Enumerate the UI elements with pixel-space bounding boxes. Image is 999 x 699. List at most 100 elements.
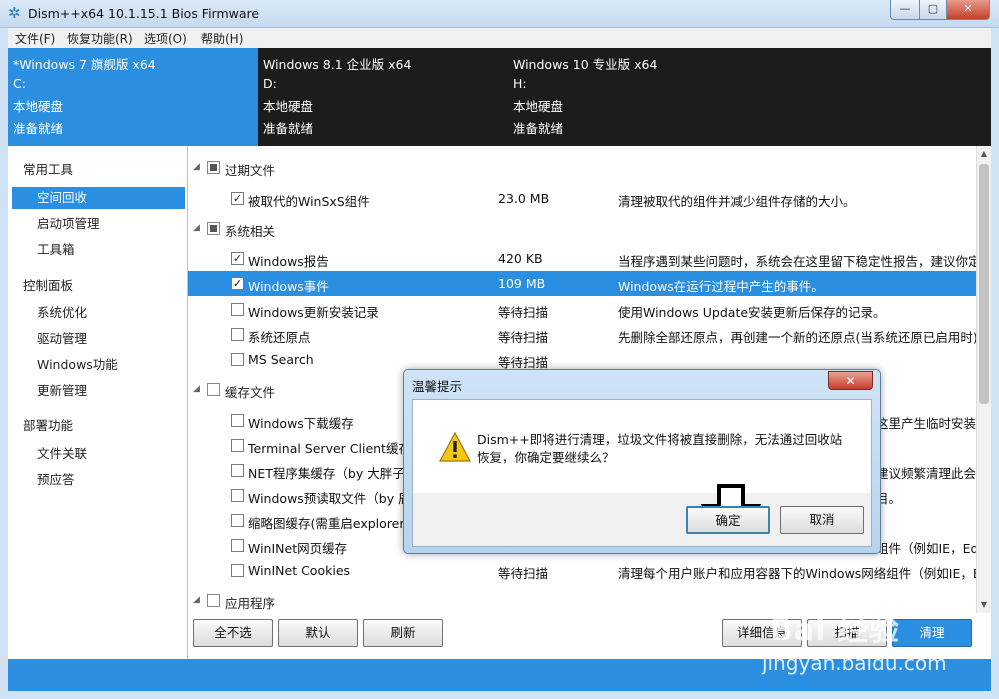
image-drive: D:	[263, 76, 277, 91]
item-checkbox[interactable]	[231, 539, 244, 552]
dialog-cancel-button[interactable]: 取消	[780, 506, 864, 534]
item-name: Windows预读取文件（by 辰	[248, 491, 411, 506]
clean-button[interactable]: 清理	[892, 619, 972, 647]
scroll-down-icon[interactable]: ▼	[977, 597, 991, 613]
item-name: NET程序集缓存（by 大胖子扫	[248, 466, 418, 481]
refresh-button[interactable]: 刷新	[363, 619, 443, 647]
item-checkbox[interactable]	[231, 353, 244, 366]
item-checkbox[interactable]: ✓	[231, 252, 244, 265]
list-item[interactable]: Windows更新安装记录 等待扫描 使用Windows Update安装更新后…	[188, 297, 976, 322]
menu-options[interactable]: 选项(O)	[144, 30, 187, 47]
menu-file[interactable]: 文件(F)	[15, 30, 55, 47]
group-label: 应用程序	[225, 596, 276, 611]
item-checkbox[interactable]	[231, 328, 244, 341]
sidebar-item-answer-file[interactable]: 预应答	[12, 469, 185, 491]
item-name: Windows下载缓存	[248, 416, 354, 431]
sidebar-item-optimize[interactable]: 系统优化	[12, 302, 185, 324]
sidebar-item-drivers[interactable]: 驱动管理	[12, 328, 185, 350]
image-name: Windows 10 专业版 x64	[513, 57, 658, 72]
image-drive: H:	[513, 76, 527, 91]
item-checkbox[interactable]: ✓	[231, 192, 244, 205]
sidebar-group-deploy: 部署功能	[23, 418, 74, 433]
image-card-win10[interactable]: Windows 10 专业版 x64 H: 本地硬盘 准备就绪	[508, 48, 991, 146]
image-disk: 本地硬盘	[263, 99, 314, 114]
warning-icon	[439, 432, 471, 462]
minimize-button[interactable]: —	[890, 0, 920, 20]
dialog-title: 温馨提示	[412, 379, 463, 394]
image-disk: 本地硬盘	[513, 99, 564, 114]
default-button[interactable]: 默认	[278, 619, 358, 647]
image-status: 准备就绪	[263, 121, 314, 136]
vertical-scrollbar[interactable]: ▲ ▼	[976, 146, 991, 613]
item-name: WinINet网页缓存	[248, 541, 348, 556]
group-label: 过期文件	[225, 163, 276, 178]
group-expired-files[interactable]: ◢ 过期文件	[188, 156, 976, 180]
menu-help[interactable]: 帮助(H)	[201, 30, 243, 47]
sidebar-item-toolbox[interactable]: 工具箱	[12, 239, 185, 261]
list-item[interactable]: WinINet Cookies 等待扫描 清理每个用户账户和应用容器下的Wind…	[188, 558, 976, 583]
sidebar-item-updates[interactable]: 更新管理	[12, 380, 185, 402]
image-status: 准备就绪	[13, 121, 64, 136]
item-checkbox[interactable]: ✓	[231, 277, 244, 290]
group-system[interactable]: ◢ 系统相关	[188, 217, 976, 241]
item-description: 组件（例如IE，Ed	[876, 541, 976, 556]
item-description: 清理每个用户账户和应用容器下的Windows网络组件（例如IE，Ed	[618, 566, 976, 581]
item-description: 使用Windows Update安装更新后保存的记录。	[618, 305, 886, 320]
list-item-selected[interactable]: ✓ Windows事件 109 MB Windows在运行过程中产生的事件。	[188, 271, 976, 296]
item-checkbox[interactable]	[231, 464, 244, 477]
item-checkbox[interactable]	[231, 489, 244, 502]
menu-restore[interactable]: 恢复功能(R)	[67, 30, 133, 47]
image-status: 准备就绪	[513, 121, 564, 136]
expand-arrow-icon[interactable]: ◢	[193, 384, 200, 394]
scroll-up-icon[interactable]: ▲	[977, 146, 991, 162]
item-size: 等待扫描	[498, 566, 549, 581]
sidebar-item-startup[interactable]: 启动项管理	[12, 213, 185, 235]
item-size: 420 KB	[498, 251, 543, 266]
group-checkbox[interactable]	[207, 161, 220, 174]
item-name: Windows更新安装记录	[248, 305, 379, 320]
dialog-ok-button[interactable]: 确定	[686, 506, 770, 534]
group-checkbox[interactable]	[207, 222, 220, 235]
group-label: 系统相关	[225, 224, 276, 239]
expand-arrow-icon[interactable]: ◢	[193, 595, 200, 605]
sidebar-item-space-cleanup[interactable]: 空间回收	[12, 187, 185, 209]
item-checkbox[interactable]	[231, 514, 244, 527]
dialog-close-button[interactable]: ✕	[828, 371, 873, 390]
list-item[interactable]: ✓ 被取代的WinSxS组件 23.0 MB 清理被取代的组件并减少组件存储的大…	[188, 186, 976, 211]
image-card-win81[interactable]: Windows 8.1 企业版 x64 D: 本地硬盘 准备就绪	[258, 48, 508, 146]
item-size: 等待扫描	[498, 330, 549, 345]
list-item[interactable]: ✓ Windows报告 420 KB 当程序遇到某些问题时，系统会在这里留下稳定…	[188, 246, 976, 271]
group-label: 缓存文件	[225, 385, 276, 400]
dialog-message: Dism++即将进行清理，垃圾文件将被直接删除，无法通过回收站恢复，你确定要继续…	[477, 432, 843, 465]
item-name: MS Search	[248, 352, 314, 367]
list-item[interactable]: 系统还原点 等待扫描 先删除全部还原点，再创建一个新的还原点(当系统还原已启用时…	[188, 322, 976, 347]
image-card-win7[interactable]: *Windows 7 旗舰版 x64 C: 本地硬盘 准备就绪	[8, 48, 258, 146]
item-checkbox[interactable]	[231, 414, 244, 427]
item-description: 清理被取代的组件并减少组件存储的大小。	[618, 194, 856, 209]
close-button[interactable]: ✕	[946, 0, 990, 20]
image-list: *Windows 7 旗舰版 x64 C: 本地硬盘 准备就绪 Windows …	[8, 48, 991, 146]
item-description: 建议频繁清理此会	[876, 466, 976, 481]
expand-arrow-icon[interactable]: ◢	[193, 223, 200, 233]
image-name: *Windows 7 旗舰版 x64	[13, 57, 156, 72]
menu-bar: 文件(F) 恢复功能(R) 选项(O) 帮助(H)	[8, 28, 991, 48]
item-checkbox[interactable]	[231, 439, 244, 452]
item-name: 系统还原点	[248, 330, 311, 345]
item-checkbox[interactable]	[231, 564, 244, 577]
item-checkbox[interactable]	[231, 303, 244, 316]
expand-arrow-icon[interactable]: ◢	[193, 162, 200, 172]
scroll-thumb[interactable]	[979, 164, 989, 404]
app-gear-icon: ✲	[8, 4, 21, 22]
item-description: Windows在运行过程中产生的事件。	[618, 279, 824, 294]
item-name: Windows事件	[248, 279, 329, 294]
confirm-dialog: 温馨提示 ✕ Dism++即将进行清理，垃圾文件将被直接删除，无法通过回收站恢复…	[403, 369, 881, 554]
item-size: 等待扫描	[498, 305, 549, 320]
item-name: Terminal Server Client缓存	[248, 441, 411, 456]
item-size: 23.0 MB	[498, 191, 550, 206]
select-none-button[interactable]: 全不选	[193, 619, 273, 647]
group-checkbox[interactable]	[207, 594, 220, 607]
maximize-button[interactable]: ▢	[919, 0, 947, 20]
sidebar-item-windows-features[interactable]: Windows功能	[12, 354, 185, 376]
sidebar-item-file-assoc[interactable]: 文件关联	[12, 443, 185, 465]
group-checkbox[interactable]	[207, 383, 220, 396]
